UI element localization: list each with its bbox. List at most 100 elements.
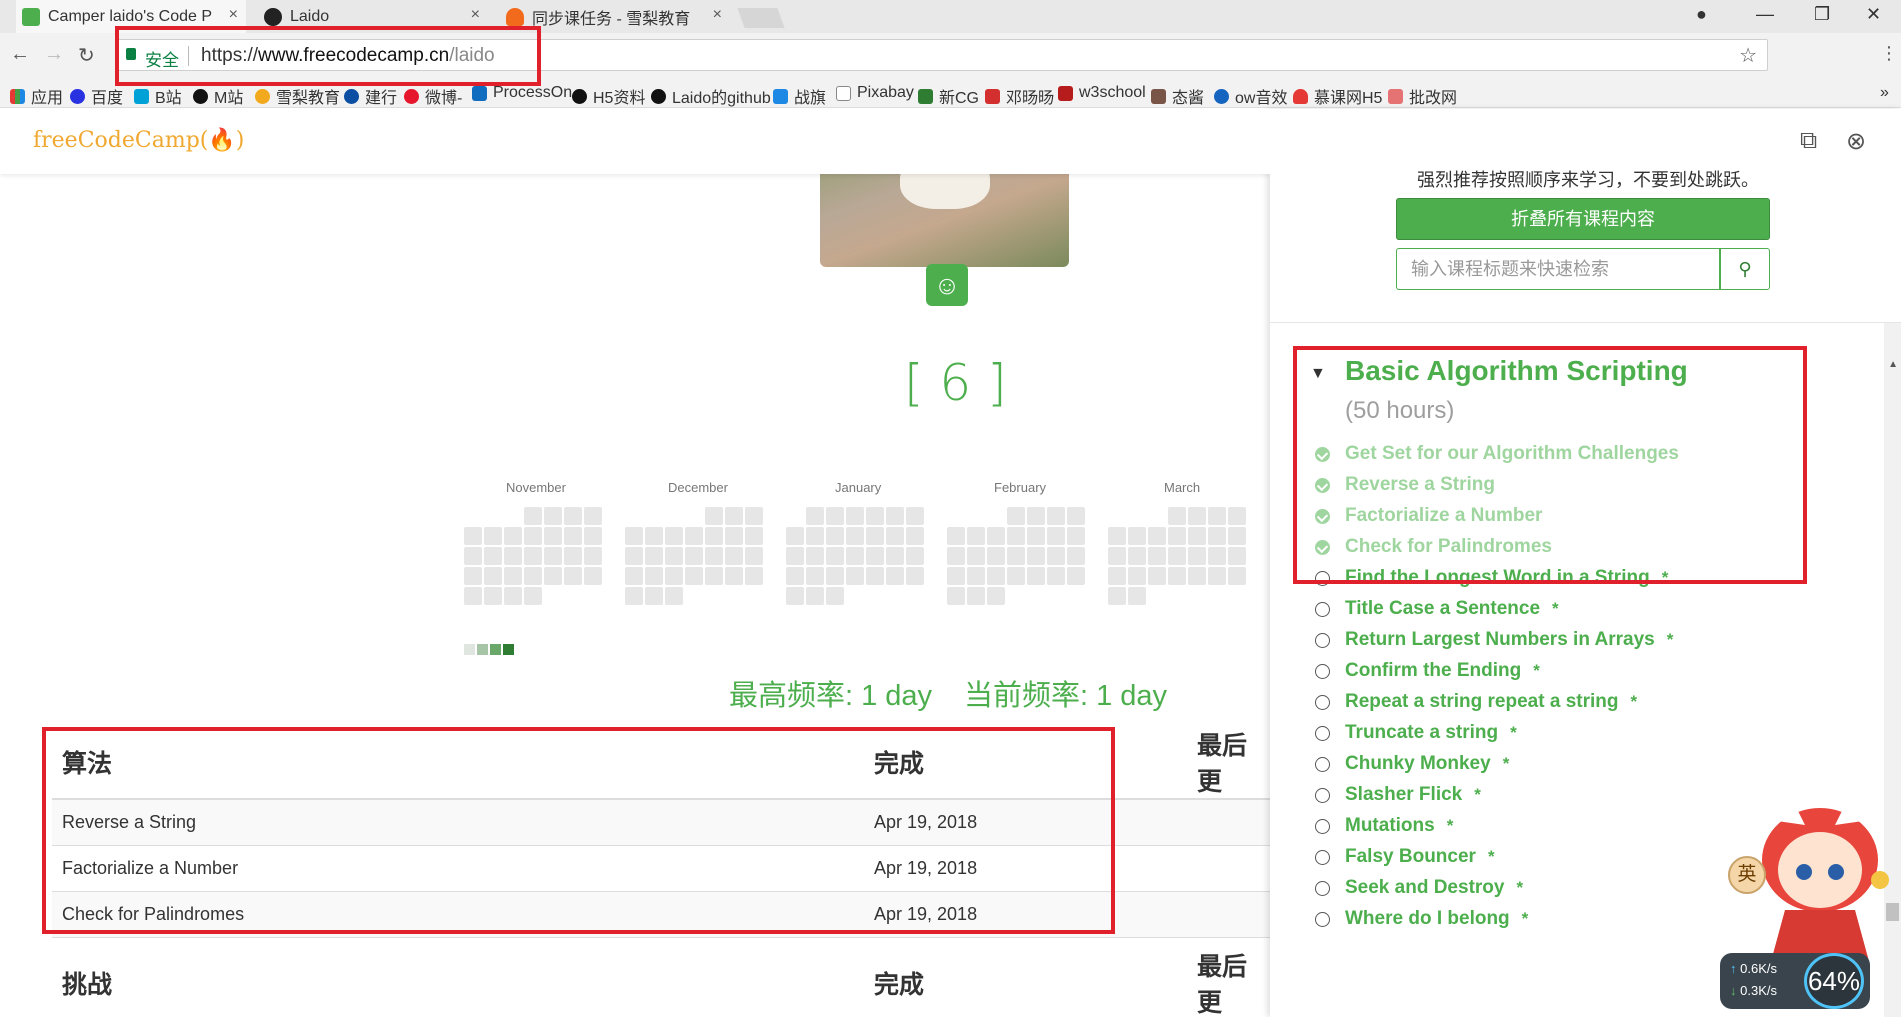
maximize-icon[interactable]: ❐ [1814, 4, 1830, 25]
scroll-up-icon[interactable]: ▲ [1888, 359, 1898, 370]
bookmark-label: w3school [1079, 84, 1146, 101]
bookmark-ccb[interactable]: 建行 [344, 84, 397, 108]
bookmark-m[interactable]: M站 [193, 84, 243, 108]
heatmap-cell [645, 587, 663, 605]
challenge-item[interactable]: Repeat a string repeat a string * [1315, 687, 1637, 717]
tab-laido[interactable]: Laido × [258, 0, 488, 33]
freecodecamp-logo[interactable]: freeCodeCamp(🔥) [33, 128, 244, 153]
bookmark-xueli[interactable]: 雪梨教育 [255, 84, 340, 108]
heatmap-cell [705, 567, 723, 585]
required-star: * [1446, 816, 1454, 835]
bookmark-pixabay[interactable]: Pixabay [836, 84, 914, 102]
close-panel-icon[interactable]: ⊗ [1846, 127, 1866, 156]
heatmap-cell [1027, 507, 1045, 525]
heatmap-cell [866, 547, 884, 565]
download-value: 0.3K/s [1740, 983, 1777, 998]
heatmap-cell [1188, 567, 1206, 585]
bookmark-imooc[interactable]: 慕课网H5 [1293, 84, 1382, 108]
month-label: February [994, 480, 1047, 495]
challenge-item[interactable]: Falsy Bouncer * [1315, 842, 1495, 872]
challenge-title: Repeat a string repeat a string [1345, 691, 1619, 712]
bookmark-weibo[interactable]: 微博- [404, 84, 462, 108]
challenge-item[interactable]: Mutations * [1315, 811, 1454, 841]
bookmark-baidu[interactable]: 百度 [70, 84, 123, 108]
challenge-item[interactable]: Truncate a string * [1315, 718, 1517, 748]
challenge-item[interactable]: Title Case a Sentence * [1315, 594, 1559, 624]
bookmark-label: ow音效 [1235, 90, 1288, 107]
bookmark-ow[interactable]: ow音效 [1214, 84, 1287, 108]
bookmark-newcg[interactable]: 新CG [918, 84, 979, 108]
challenge-item[interactable]: Chunky Monkey * [1315, 749, 1509, 779]
bookmarks-overflow-icon[interactable]: » [1880, 84, 1889, 102]
heatmap-cell [524, 567, 542, 585]
close-tab-icon[interactable]: × [471, 6, 480, 24]
check-circle-icon [1315, 447, 1330, 462]
bookmark-zhanqi[interactable]: 战旗 [773, 84, 826, 108]
new-tab-button[interactable] [737, 8, 785, 28]
empty-circle-icon [1315, 819, 1330, 834]
bookmark-label: 微博- [425, 90, 463, 107]
heatmap-cell [1148, 527, 1166, 545]
challenge-item[interactable]: Seek and Destroy * [1315, 873, 1523, 903]
course-search-input[interactable]: 输入课程标题来快速检索 [1396, 248, 1720, 290]
challenge-item[interactable]: Where do I belong * [1315, 904, 1528, 934]
challenge-item[interactable]: Return Largest Numbers in Arrays * [1315, 625, 1674, 655]
bookmark-bilibili[interactable]: B站 [134, 84, 182, 108]
caret-down-icon[interactable]: ▼ [1310, 365, 1326, 383]
bookmark-laido-github[interactable]: Laido的github [651, 84, 771, 108]
challenge-item[interactable]: Find the Longest Word in a String * [1315, 563, 1669, 593]
bookmark-processon[interactable]: ProcessOn [472, 84, 572, 102]
bookmark-w3school[interactable]: w3school [1058, 84, 1146, 102]
bookmark-dengyangyang[interactable]: 邓旸旸 [985, 84, 1054, 108]
tab-xueli[interactable]: 同步课任务 - 雪梨教育 × [500, 0, 730, 33]
required-star: * [1474, 785, 1481, 804]
github-icon[interactable]: ☺ [926, 264, 968, 306]
bookmark-apps[interactable]: 应用 [10, 84, 63, 108]
heatmap-cell [826, 567, 844, 585]
open-external-icon[interactable]: ⧉ [1800, 127, 1817, 155]
bookmark-taijiang[interactable]: 态酱 [1151, 84, 1204, 108]
heatmap-cell [745, 547, 763, 565]
chrome-menu-icon[interactable]: ⋮ [1880, 43, 1898, 64]
search-button[interactable]: ⚲ [1720, 248, 1770, 290]
challenge-item[interactable]: Confirm the Ending * [1315, 656, 1540, 686]
heatmap-cell [886, 567, 904, 585]
window-close-icon[interactable]: ✕ [1866, 4, 1881, 25]
heatmap-cell [524, 527, 542, 545]
challenge-item[interactable]: Get Set for our Algorithm Challenges [1315, 439, 1679, 469]
address-bar[interactable]: 安全 https://www.freecodecamp.cn/laido ☆ [117, 39, 1768, 71]
bookmark-star-icon[interactable]: ☆ [1739, 43, 1757, 68]
heatmap-cell [786, 547, 804, 565]
reload-icon[interactable]: ↻ [78, 43, 95, 68]
required-star: * [1661, 568, 1669, 587]
search-icon: ⚲ [1738, 259, 1752, 279]
challenge-item[interactable]: Factorialize a Number [1315, 501, 1542, 531]
completed-date: Apr 19, 2018 [874, 799, 1197, 846]
block-title[interactable]: Basic Algorithm Scripting [1345, 355, 1688, 387]
points-count: [ 6 ] [904, 354, 1007, 412]
tab-camper[interactable]: Camper laido's Code P × [16, 0, 246, 33]
check-circle-icon [1315, 540, 1330, 555]
challenge-item[interactable]: Reverse a String [1315, 470, 1495, 500]
back-icon[interactable]: ← [10, 43, 30, 66]
empty-circle-icon [1315, 571, 1330, 586]
heatmap-cell [1128, 587, 1146, 605]
bookmark-h5[interactable]: H5资料 [572, 84, 645, 108]
column-header: 最后更 [1197, 947, 1270, 1017]
url-text[interactable]: https://www.freecodecamp.cn/laido [201, 45, 495, 67]
challenge-item[interactable]: Slasher Flick * [1315, 780, 1481, 810]
challenge-item[interactable]: Check for Palindromes [1315, 532, 1552, 562]
bookmark-pigai[interactable]: 批改网 [1388, 84, 1457, 108]
required-star: * [1666, 630, 1674, 649]
bookmark-label: Laido的github [672, 90, 771, 107]
close-tab-icon[interactable]: × [713, 6, 722, 24]
heatmap-cell [987, 547, 1005, 565]
heatmap-cell [484, 567, 502, 585]
ime-toggle[interactable]: 英 [1728, 856, 1766, 894]
forward-icon[interactable]: → [44, 43, 64, 66]
minimize-icon[interactable]: — [1756, 4, 1774, 25]
close-tab-icon[interactable]: × [229, 6, 238, 24]
collapse-all-button[interactable]: 折叠所有课程内容 [1396, 198, 1770, 240]
block-hours: (50 hours) [1345, 397, 1455, 424]
profile-icon[interactable]: ● [1696, 4, 1707, 25]
